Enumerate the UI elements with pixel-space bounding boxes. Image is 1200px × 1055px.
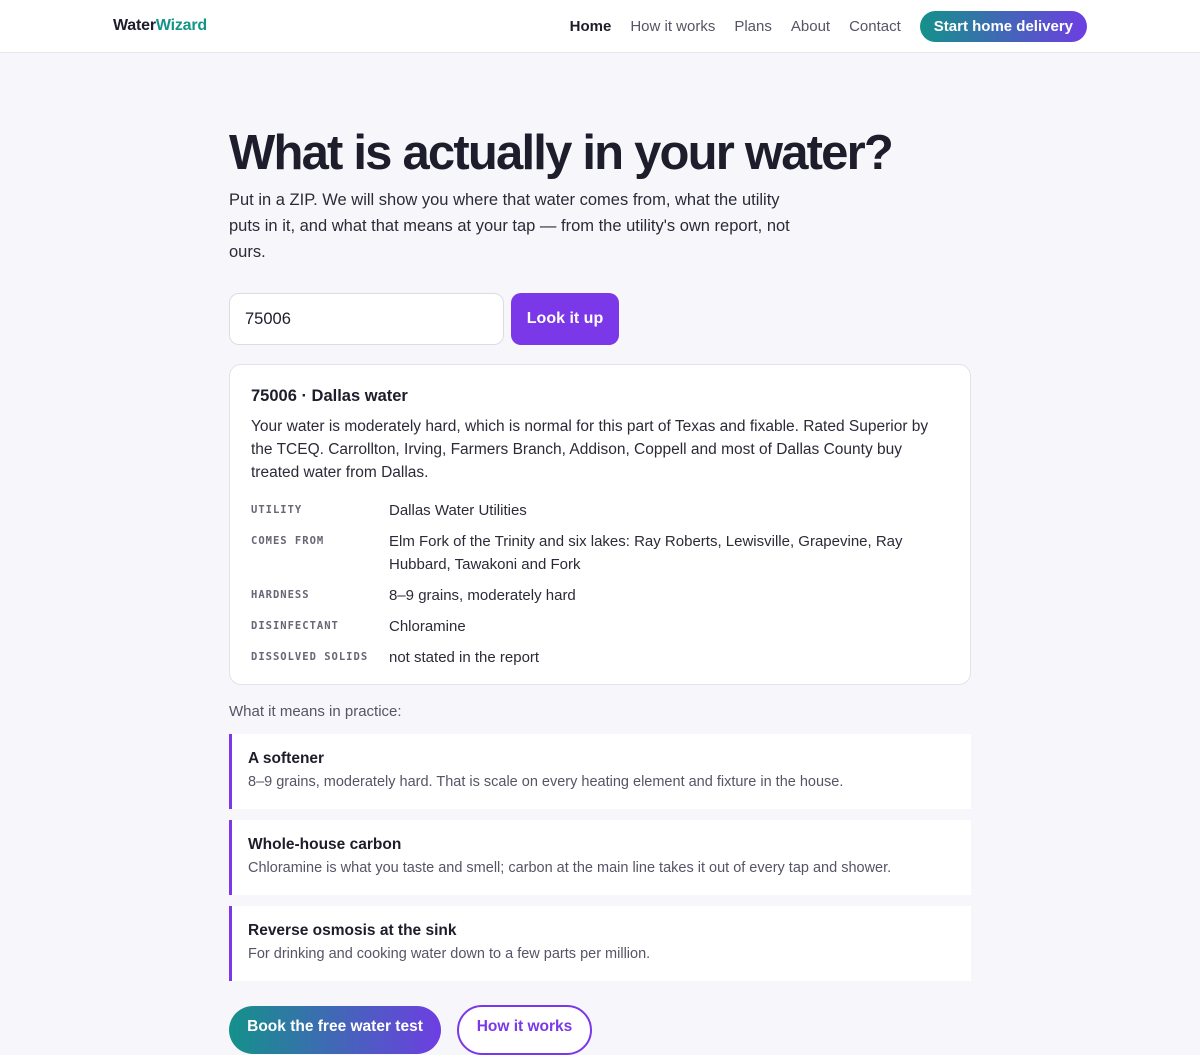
nav-link-home[interactable]: Home (570, 11, 612, 42)
brand-logo[interactable]: WaterWizard (113, 17, 207, 35)
fact-value: Chloramine (389, 618, 466, 635)
advice-text: Chloramine is what you taste and smell; … (248, 860, 892, 876)
fact-value: not stated in the report (389, 649, 540, 666)
report-summary: Your water is moderately hard, which is … (251, 418, 929, 481)
main-nav: Home How it works Plans About Contact St… (570, 11, 1087, 42)
start-home-delivery-button[interactable]: Start home delivery (919, 11, 1087, 42)
report-facts: Utility Dallas Water Utilities Comes fro… (251, 499, 949, 669)
fact-row-utility: Utility Dallas Water Utilities (251, 499, 949, 522)
page-title: What is actually in your water? (229, 126, 894, 180)
advice-card-whole-house-carbon: Whole-house carbon Chloramine is what yo… (229, 820, 971, 895)
fact-value: 8–9 grains, moderately hard (389, 587, 576, 604)
fact-row-comes-from: Comes from Elm Fork of the Trinity and s… (251, 530, 949, 576)
zip-input[interactable] (229, 293, 504, 345)
fact-label: Hardness (251, 589, 310, 601)
advice-title: A softener (248, 750, 325, 767)
fact-label: Dissolved solids (251, 651, 369, 663)
advice-title: Whole-house carbon (248, 836, 402, 853)
water-report-card: 75006 · Dallas water Your water is moder… (229, 364, 971, 685)
practice-heading: What it means in practice: (229, 703, 402, 720)
nav-link-about[interactable]: About (791, 11, 830, 42)
fact-label: Utility (251, 504, 303, 516)
advice-text: 8–9 grains, moderately hard. That is sca… (248, 774, 844, 790)
fact-row-dissolved-solids: Dissolved solids not stated in the repor… (251, 646, 949, 669)
top-navigation-bar: WaterWizard Home How it works Plans Abou… (0, 0, 1200, 53)
fact-label: Comes from (251, 535, 325, 547)
logo-text-wizard: Wizard (155, 17, 207, 34)
advice-card-softener: A softener 8–9 grains, moderately hard. … (229, 734, 971, 809)
advice-text: For drinking and cooking water down to a… (248, 946, 651, 962)
how-it-works-button[interactable]: How it works (457, 1005, 592, 1055)
fact-label: Disinfectant (251, 620, 339, 632)
fact-row-disinfectant: Disinfectant Chloramine (251, 615, 949, 638)
advice-title: Reverse osmosis at the sink (248, 922, 457, 939)
nav-link-plans[interactable]: Plans (734, 11, 772, 42)
fact-row-hardness: Hardness 8–9 grains, moderately hard (251, 584, 949, 607)
book-water-test-button[interactable]: Book the free water test (229, 1006, 441, 1054)
fact-value: Elm Fork of the Trinity and six lakes: R… (389, 533, 903, 573)
nav-link-contact[interactable]: Contact (849, 11, 901, 42)
advice-card-reverse-osmosis: Reverse osmosis at the sink For drinking… (229, 906, 971, 981)
hero-subtitle: Put in a ZIP. We will show you where tha… (229, 191, 790, 261)
report-title: 75006 · Dallas water (251, 387, 408, 405)
logo-text-water: Water (113, 17, 156, 34)
nav-link-how-it-works[interactable]: How it works (630, 11, 715, 42)
fact-value: Dallas Water Utilities (389, 502, 527, 519)
look-it-up-button[interactable]: Look it up (511, 293, 619, 345)
